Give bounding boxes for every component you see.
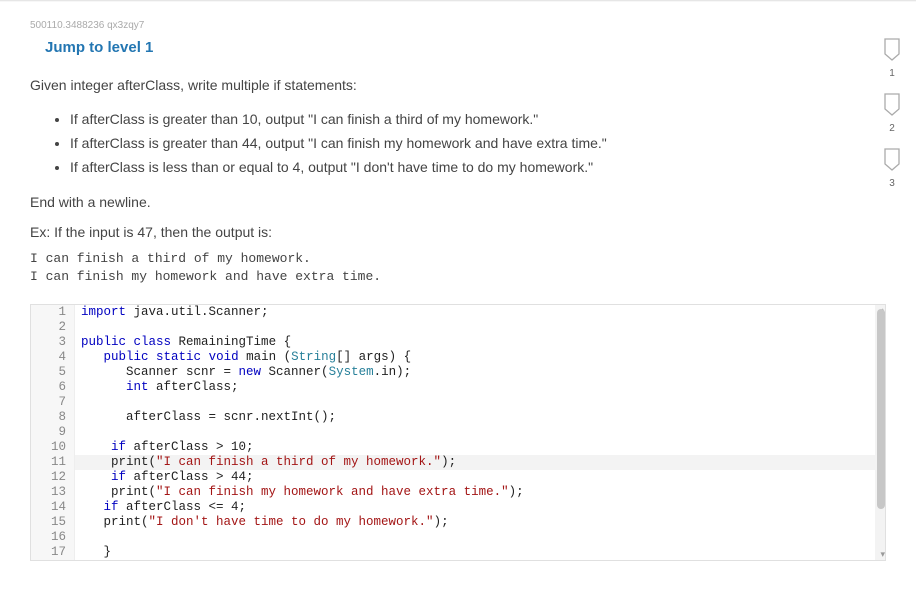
list-item: If afterClass is less than or equal to 4… [70, 156, 886, 180]
code-line[interactable]: 1import java.util.Scanner; [31, 305, 885, 320]
code-text[interactable]: public class RemainingTime { [75, 335, 885, 350]
flag-icon [883, 93, 901, 117]
code-line[interactable]: 2 [31, 320, 885, 335]
line-number: 15 [31, 515, 75, 530]
code-text[interactable]: print("I don't have time to do my homewo… [75, 515, 885, 530]
line-number: 11 [31, 455, 75, 470]
code-text[interactable] [75, 395, 885, 410]
line-number: 8 [31, 410, 75, 425]
code-line[interactable]: 15 print("I don't have time to do my hom… [31, 515, 885, 530]
code-line[interactable]: 10 if afterClass > 10; [31, 440, 885, 455]
flag-number: 3 [889, 178, 895, 189]
code-text[interactable]: print("I can finish my homework and have… [75, 485, 885, 500]
line-number: 3 [31, 335, 75, 350]
line-number: 17 [31, 545, 75, 560]
code-text[interactable]: } [75, 545, 885, 560]
line-number: 16 [31, 530, 75, 545]
flag-icon [883, 148, 901, 172]
line-number: 13 [31, 485, 75, 500]
level-flags-sidebar: 1 2 3 [883, 38, 901, 189]
list-item: If afterClass is greater than 44, output… [70, 132, 886, 156]
code-text[interactable]: if afterClass > 10; [75, 440, 885, 455]
requirements-list: If afterClass is greater than 10, output… [70, 108, 886, 179]
jump-to-level-link[interactable]: Jump to level 1 [45, 39, 153, 56]
flag-number: 1 [889, 68, 895, 79]
code-line[interactable]: 9 [31, 425, 885, 440]
line-number: 7 [31, 395, 75, 410]
level-flag-3[interactable]: 3 [883, 148, 901, 189]
code-line[interactable]: 12 if afterClass > 44; [31, 470, 885, 485]
list-item: If afterClass is greater than 10, output… [70, 108, 886, 132]
code-line[interactable]: 14 if afterClass <= 4; [31, 500, 885, 515]
flag-icon [883, 38, 901, 62]
code-text[interactable] [75, 320, 885, 335]
code-line[interactable]: 17 } [31, 545, 885, 560]
code-line[interactable]: 7 [31, 395, 885, 410]
line-number: 9 [31, 425, 75, 440]
line-number: 12 [31, 470, 75, 485]
code-line[interactable]: 13 print("I can finish my homework and h… [31, 485, 885, 500]
scrollbar-vertical[interactable]: ▴ ▾ [875, 305, 885, 560]
code-text[interactable]: int afterClass; [75, 380, 885, 395]
end-instruction: End with a newline. [30, 194, 886, 210]
code-text[interactable]: afterClass = scnr.nextInt(); [75, 410, 885, 425]
code-line[interactable]: 6 int afterClass; [31, 380, 885, 395]
line-number: 14 [31, 500, 75, 515]
scrollbar-thumb[interactable] [877, 309, 885, 509]
code-editor[interactable]: 1import java.util.Scanner;2 3public clas… [30, 304, 886, 561]
line-number: 5 [31, 365, 75, 380]
code-line[interactable]: 3public class RemainingTime { [31, 335, 885, 350]
code-text[interactable] [75, 530, 885, 545]
flag-number: 2 [889, 123, 895, 134]
line-number: 4 [31, 350, 75, 365]
code-text[interactable]: public static void main (String[] args) … [75, 350, 885, 365]
example-output: I can finish a third of my homework. I c… [30, 250, 886, 286]
code-line[interactable]: 11 print("I can finish a third of my hom… [31, 455, 885, 470]
level-flag-2[interactable]: 2 [883, 93, 901, 134]
code-text[interactable]: if afterClass > 44; [75, 470, 885, 485]
code-line[interactable]: 8 afterClass = scnr.nextInt(); [31, 410, 885, 425]
code-text[interactable]: print("I can finish a third of my homewo… [75, 455, 885, 470]
prompt-intro: Given integer afterClass, write multiple… [30, 74, 886, 96]
scroll-down-icon[interactable]: ▾ [880, 549, 885, 560]
main-container: 500110.3488236 qx3zqy7 Jump to level 1 1… [0, 0, 916, 571]
code-text[interactable] [75, 425, 885, 440]
line-number: 2 [31, 320, 75, 335]
code-line[interactable]: 4 public static void main (String[] args… [31, 350, 885, 365]
example-label: Ex: If the input is 47, then the output … [30, 224, 886, 240]
hash-id: 500110.3488236 qx3zqy7 [30, 20, 886, 31]
code-text[interactable]: Scanner scnr = new Scanner(System.in); [75, 365, 885, 380]
code-text[interactable]: if afterClass <= 4; [75, 500, 885, 515]
code-line[interactable]: 5 Scanner scnr = new Scanner(System.in); [31, 365, 885, 380]
line-number: 10 [31, 440, 75, 455]
code-line[interactable]: 16 [31, 530, 885, 545]
line-number: 6 [31, 380, 75, 395]
level-flag-1[interactable]: 1 [883, 38, 901, 79]
code-text[interactable]: import java.util.Scanner; [75, 305, 885, 320]
line-number: 1 [31, 305, 75, 320]
